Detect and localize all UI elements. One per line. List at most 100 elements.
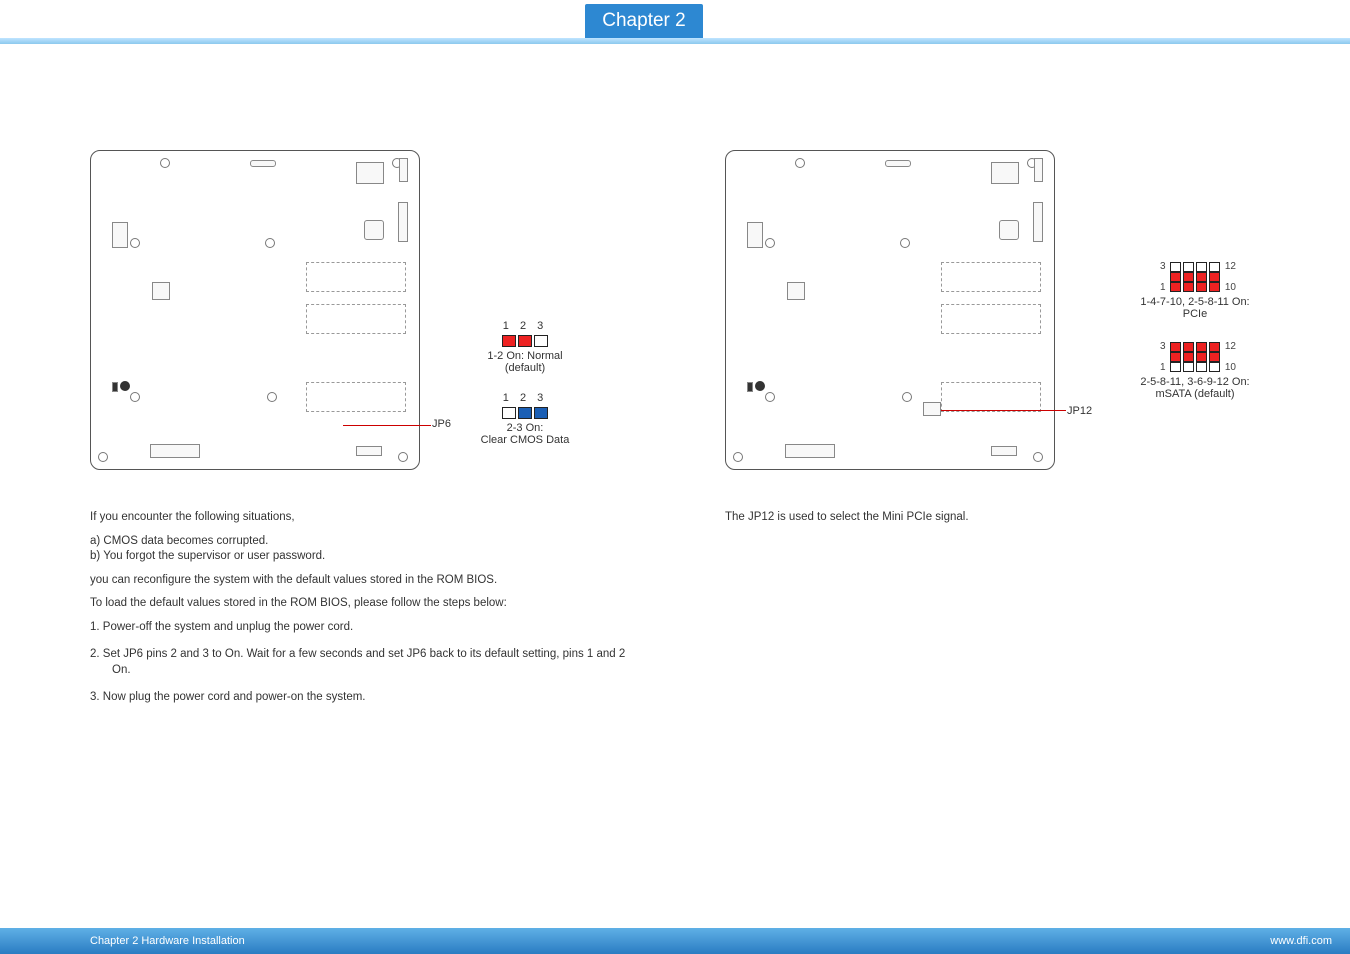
jumper-caption: 1-2 On: Normal (default) xyxy=(430,350,620,374)
caption-text: PCIe xyxy=(1183,308,1207,320)
situation-b: b) You forgot the supervisor or user pas… xyxy=(90,549,635,565)
jumper-row-bot xyxy=(1170,282,1220,292)
page: Chapter 2 xyxy=(0,0,1350,954)
pin-num: 12 xyxy=(1225,261,1236,272)
mounting-hole xyxy=(902,392,912,402)
tab-bar: Chapter 2 xyxy=(0,0,1350,50)
callout-line-jp6 xyxy=(343,425,431,426)
slot xyxy=(941,382,1041,412)
reconfigure-text: you can reconfigure the system with the … xyxy=(90,573,635,589)
left-body-text: If you encounter the following situation… xyxy=(90,510,635,706)
steps-list: 1. Power-off the system and unplug the p… xyxy=(90,620,635,706)
jp12-label: JP12 xyxy=(1067,405,1092,417)
jumper-row-top xyxy=(1170,262,1220,272)
pin-num: 12 xyxy=(1225,341,1236,352)
jumper-row-mid xyxy=(1170,352,1220,362)
cpu-icon xyxy=(999,220,1019,240)
caption-text: 1-2 On: Normal xyxy=(487,350,562,362)
jp12-desc: The JP12 is used to select the Mini PCIe… xyxy=(725,510,1280,526)
slot xyxy=(941,304,1041,334)
mounting-hole xyxy=(130,392,140,402)
situation-a: a) CMOS data becomes corrupted. xyxy=(90,534,635,550)
mounting-hole xyxy=(98,452,108,462)
board-diagram-left: JP6 xyxy=(90,150,420,470)
jumper-2-3-on xyxy=(430,407,620,419)
caption-text: (default) xyxy=(505,362,545,374)
jp12-block-on-board xyxy=(923,402,941,416)
chip xyxy=(1033,202,1043,242)
chip xyxy=(991,162,1019,184)
right-column: JP12 3 12 1 10 xyxy=(675,130,1350,890)
slot xyxy=(306,262,406,292)
chip xyxy=(112,222,128,248)
pin-num: 1 xyxy=(1160,362,1166,373)
mounting-hole xyxy=(795,158,805,168)
step-1: 1. Power-off the system and unplug the p… xyxy=(90,620,635,636)
chip xyxy=(356,446,382,456)
callout-line-jp12 xyxy=(941,410,1066,411)
cpu-icon xyxy=(364,220,384,240)
slot xyxy=(306,304,406,334)
pin-block xyxy=(747,382,753,392)
mounting-hole xyxy=(1033,452,1043,462)
right-body-text: The JP12 is used to select the Mini PCIe… xyxy=(725,510,1280,526)
jp12-jumper-diagrams: 3 12 1 10 1-4-7-10, 2-5-8-11 On: xyxy=(1095,260,1295,400)
jp12-caption-pcie: 1-4-7-10, 2-5-8-11 On: PCIe xyxy=(1095,296,1295,320)
chapter-tab: Chapter 2 xyxy=(585,4,703,38)
chip xyxy=(787,282,805,300)
pin-1 xyxy=(502,407,516,419)
pin-3 xyxy=(534,407,548,419)
caption-text: 2-5-8-11, 3-6-9-12 On: xyxy=(1140,376,1249,388)
pin-block xyxy=(112,382,118,392)
caption-text: 1-4-7-10, 2-5-8-11 On: xyxy=(1140,296,1249,308)
pin-num: 1 xyxy=(1160,282,1166,293)
mounting-hole xyxy=(265,238,275,248)
pin-1 xyxy=(502,335,516,347)
step-3: 3. Now plug the power cord and power-on … xyxy=(90,690,635,706)
connector xyxy=(885,160,911,167)
step-2: 2. Set JP6 pins 2 and 3 to On. Wait for … xyxy=(90,647,635,678)
pin-3 xyxy=(534,335,548,347)
pin-num: 3 xyxy=(1160,341,1166,352)
jp6-jumper-diagrams: 1 2 3 1-2 On: Normal (default) 1 2 3 xyxy=(430,320,620,446)
jp12-block-pcie: 3 12 1 10 xyxy=(1170,262,1220,292)
tab-underline xyxy=(0,38,1350,44)
chip xyxy=(991,446,1017,456)
pin-2 xyxy=(518,335,532,347)
footer-right: www.dfi.com xyxy=(1270,935,1332,947)
pin-num: 3 xyxy=(1160,261,1166,272)
pin-2 xyxy=(518,407,532,419)
slot xyxy=(306,382,406,412)
caption-text: Clear CMOS Data xyxy=(481,434,570,446)
connector xyxy=(250,160,276,167)
chip xyxy=(152,282,170,300)
jp12-caption-msata: 2-5-8-11, 3-6-9-12 On: mSATA (default) xyxy=(1095,376,1295,400)
jumper-1-2-on xyxy=(430,335,620,347)
jumper-pins-label: 1 2 3 xyxy=(430,320,620,332)
mounting-hole xyxy=(733,452,743,462)
pin-dot xyxy=(755,381,765,391)
pin-dot xyxy=(120,381,130,391)
mounting-hole xyxy=(130,238,140,248)
chip xyxy=(399,158,408,182)
page-footer: Chapter 2 Hardware Installation www.dfi.… xyxy=(0,928,1350,954)
jumper-pins-label: 1 2 3 xyxy=(430,392,620,404)
jumper-row-mid xyxy=(1170,272,1220,282)
board-diagram-right: JP12 xyxy=(725,150,1055,470)
caption-text: 2-3 On: xyxy=(507,422,544,434)
left-column: JP6 1 2 3 1-2 On: Normal (default) 1 2 3 xyxy=(0,130,675,890)
chip xyxy=(398,202,408,242)
intro-text: If you encounter the following situation… xyxy=(90,510,635,526)
situation-list: a) CMOS data becomes corrupted. b) You f… xyxy=(90,534,635,565)
footer-left: Chapter 2 Hardware Installation xyxy=(90,935,245,947)
chip xyxy=(356,162,384,184)
chip xyxy=(785,444,835,458)
jumper-row-bot xyxy=(1170,362,1220,372)
mounting-hole xyxy=(398,452,408,462)
jp12-block-msata: 3 12 1 10 xyxy=(1170,342,1220,372)
chip xyxy=(1034,158,1043,182)
toload-text: To load the default values stored in the… xyxy=(90,596,635,612)
jumper-caption: 2-3 On: Clear CMOS Data xyxy=(430,422,620,446)
mounting-hole xyxy=(765,392,775,402)
mounting-hole xyxy=(160,158,170,168)
